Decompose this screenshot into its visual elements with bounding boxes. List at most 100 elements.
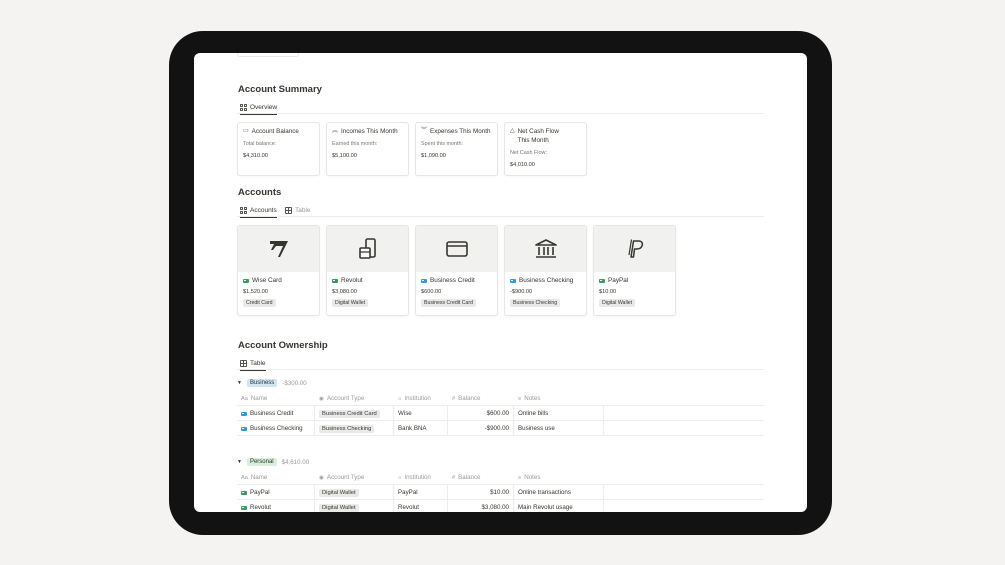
card-icon	[421, 278, 427, 283]
row-name: Business Checking	[250, 425, 303, 432]
summary-card-incomes[interactable]: ︽ Incomes This Month Earned this month: $…	[326, 122, 409, 176]
account-type-tag: Business Credit Card	[421, 299, 477, 307]
tab-accounts-label: Accounts	[250, 206, 277, 214]
triangle-icon: △	[510, 128, 515, 134]
group-sum: -$300.00	[282, 379, 307, 387]
card-cover	[505, 226, 586, 272]
text-type-icon: Aa	[241, 395, 248, 402]
row-institution: Bank BNA	[394, 421, 448, 436]
lines-icon: ≡	[518, 395, 522, 402]
header-account-type[interactable]: ◉ Account Type	[315, 391, 394, 406]
card-icon	[332, 278, 338, 283]
header-account-type[interactable]: ◉ Account Type	[315, 470, 394, 485]
card-title: Expenses This Month	[430, 128, 491, 135]
card-value: $5,100.00	[332, 153, 357, 159]
card-cover	[238, 226, 319, 272]
group-header-business[interactable]: ▼ Business -$300.00	[237, 377, 307, 389]
row-type: Digital Wallet	[319, 488, 359, 497]
row-institution: Revolut	[394, 500, 448, 512]
card-value: $4,010.00	[510, 162, 535, 168]
account-card-business-credit[interactable]: Business Credit $600.00 Business Credit …	[415, 225, 498, 316]
tab-table[interactable]: Table	[285, 203, 311, 217]
row-type: Business Checking	[319, 424, 375, 433]
account-balance: $3,080.00	[332, 289, 357, 295]
card-title: Incomes This Month	[341, 128, 398, 135]
header-name[interactable]: Aa Name	[237, 470, 315, 485]
group-label: Personal	[246, 458, 277, 466]
card-label: Net Cash Flow:	[510, 150, 547, 156]
header-balance[interactable]: # Balance	[448, 391, 514, 406]
summary-card-balance[interactable]: ▭ Account Balance Total balance: $4,310.0…	[237, 122, 320, 176]
select-icon: ◉	[319, 474, 324, 481]
account-card-business-checking[interactable]: Business Checking -$900.00 Business Chec…	[504, 225, 587, 316]
row-balance: $10.00	[448, 485, 514, 500]
text-type-icon: Aa	[241, 474, 248, 481]
header-notes[interactable]: ≡ Notes	[514, 391, 604, 406]
row-type: Digital Wallet	[319, 503, 359, 512]
table-icon	[285, 206, 292, 214]
row-notes: Main Revolut usage	[514, 500, 604, 512]
revolut-phone-icon	[358, 238, 376, 259]
select-icon: ◉	[319, 395, 324, 402]
card-icon	[241, 490, 247, 495]
table-row[interactable]: PayPal Digital Wallet PayPal $10.00 Onli…	[237, 485, 764, 500]
summary-card-net-cash-flow[interactable]: △ Net Cash Flow This Month Net Cash Flow:…	[504, 122, 587, 176]
group-sum: $4,610.00	[281, 458, 310, 466]
account-balance: $1,520.00	[243, 289, 268, 295]
row-institution: Wise	[394, 406, 448, 421]
account-card-revolut[interactable]: Revolut $3,080.00 Digital Wallet	[326, 225, 409, 316]
card-icon	[241, 505, 247, 510]
notion-page[interactable]: Account Summary Overview ▭ Account Balanc…	[194, 53, 807, 512]
table-row[interactable]: Business Checking Business Checking Bank…	[237, 421, 764, 436]
header-name[interactable]: Aa Name	[237, 391, 315, 406]
group-label: Business	[246, 379, 278, 387]
row-balance: -$900.00	[448, 421, 514, 436]
card-icon	[599, 278, 605, 283]
table-header-row: Aa Name ◉ Account Type ⌂ Institution # Balan…	[237, 470, 764, 485]
table-header-row: Aa Name ◉ Account Type ⌂ Institution # Balan…	[237, 391, 764, 406]
bank-icon	[534, 239, 557, 258]
account-type-tag: Business Checking	[510, 299, 561, 307]
caret-down-icon[interactable]: ▼	[237, 380, 242, 386]
gallery-icon	[240, 103, 247, 111]
header-institution[interactable]: ⌂ Institution	[394, 391, 448, 406]
header-institution[interactable]: ⌂ Institution	[394, 470, 448, 485]
paypal-logo-icon	[627, 239, 643, 258]
card-value: $1,090.00	[421, 153, 446, 159]
row-notes: Business use	[514, 421, 604, 436]
tab-ownership-table-label: Table	[250, 359, 266, 367]
account-type-tag: Digital Wallet	[332, 299, 369, 307]
summary-card-expenses[interactable]: ︾ Expenses This Month Spent this month: $…	[415, 122, 498, 176]
group-header-personal[interactable]: ▼ Personal $4,610.00	[237, 456, 309, 468]
tab-overview[interactable]: Overview	[240, 100, 278, 115]
account-type-tag: Digital Wallet	[599, 299, 636, 307]
account-balance: -$900.00	[510, 289, 533, 295]
wallet-icon: ▭	[243, 128, 249, 134]
account-card-paypal[interactable]: PayPal $10.00 Digital Wallet	[593, 225, 676, 316]
account-name: Wise Card	[252, 277, 282, 284]
table-row[interactable]: Revolut Digital Wallet Revolut $3,080.00…	[237, 500, 764, 512]
card-icon	[510, 278, 516, 283]
header-balance[interactable]: # Balance	[448, 470, 514, 485]
tab-ownership-table[interactable]: Table	[240, 356, 266, 371]
caret-down-icon[interactable]: ▼	[237, 459, 242, 465]
tab-table-label: Table	[295, 206, 311, 214]
bank-small-icon: ⌂	[398, 395, 402, 402]
card-icon	[241, 426, 247, 431]
card-label: Spent this month:	[421, 141, 463, 147]
card-label: Earned this month:	[332, 141, 378, 147]
header-notes[interactable]: ≡ Notes	[514, 470, 604, 485]
double-chevron-up-icon: ︽	[332, 128, 339, 134]
table-row[interactable]: Business Credit Business Credit Card Wis…	[237, 406, 764, 421]
row-type: Business Credit Card	[319, 409, 380, 418]
account-ownership-heading: Account Ownership	[238, 340, 328, 351]
account-balance: $600.00	[421, 289, 442, 295]
row-balance: $3,080.00	[448, 500, 514, 512]
number-type-icon: #	[452, 474, 456, 481]
account-name: Business Checking	[519, 277, 574, 284]
account-card-wise[interactable]: Wise Card $1,520.00 Credit Card	[237, 225, 320, 316]
credit-card-icon	[445, 241, 468, 257]
tab-accounts[interactable]: Accounts	[240, 203, 277, 218]
row-institution: PayPal	[394, 485, 448, 500]
card-title: Net Cash Flow This Month	[517, 128, 559, 144]
